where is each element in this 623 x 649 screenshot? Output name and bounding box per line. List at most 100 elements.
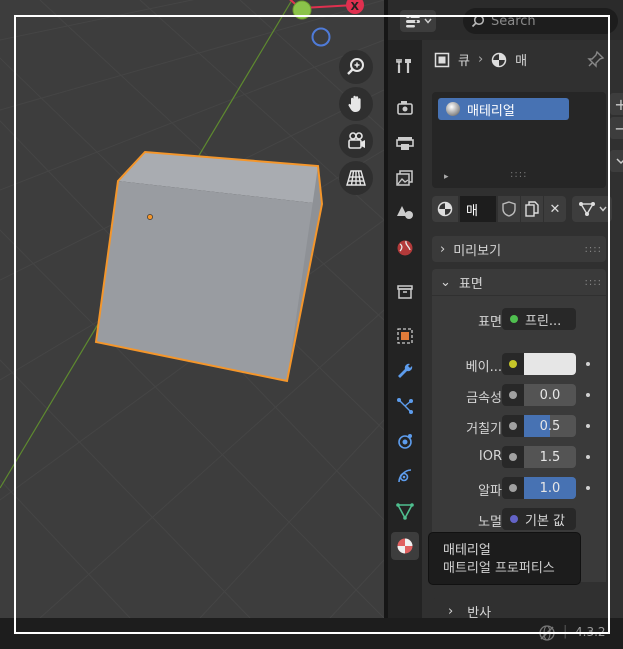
panel-preview-header[interactable]: › 미리보기 ::::: [432, 236, 606, 262]
alpha-socket-button[interactable]: [502, 477, 524, 499]
tab-collection[interactable]: [391, 278, 419, 306]
panel-drag-grip[interactable]: ::::: [585, 277, 602, 288]
properties-header: Search: [388, 0, 623, 40]
properties-editor-icon: [405, 15, 420, 28]
roughness-row: 거칠기 0.5: [432, 415, 606, 439]
tab-render[interactable]: [391, 94, 419, 122]
material-slot-label: 매테리얼: [467, 103, 515, 119]
metallic-label: 금속성: [466, 391, 502, 406]
hand-pan-icon: [348, 95, 361, 112]
shader-socket-dot: [510, 315, 518, 323]
tab-constraints[interactable]: [391, 462, 419, 490]
perspective-grid-icon: [346, 170, 366, 186]
tab-output[interactable]: [391, 129, 419, 157]
keyframe-dot[interactable]: [586, 393, 590, 397]
render-camera-icon: [397, 101, 413, 115]
wrench-icon: [398, 363, 413, 378]
base-color-socket-button[interactable]: [502, 353, 524, 375]
color-socket-dot: [509, 360, 517, 368]
tab-world[interactable]: [391, 234, 419, 262]
base-color-swatch[interactable]: [524, 353, 576, 375]
scene-icon: [397, 206, 413, 219]
material-slot-item[interactable]: 매테리얼: [438, 98, 569, 120]
metallic-socket-button[interactable]: [502, 384, 524, 406]
roughness-label: 거칠기: [466, 422, 502, 437]
metallic-value: 0.0: [539, 387, 561, 403]
alpha-value: 1.0: [539, 480, 561, 496]
normal-input-selector[interactable]: 기본 값: [502, 508, 576, 530]
breadcrumb-object: 큐: [458, 54, 470, 69]
viewport-grid: X: [0, 0, 384, 618]
shield-icon: [502, 201, 516, 217]
normal-value: 기본 값: [525, 513, 566, 529]
tab-material[interactable]: [391, 532, 419, 560]
keyframe-dot[interactable]: [586, 362, 590, 366]
search-placeholder: Search: [491, 13, 536, 29]
keyframe-dot[interactable]: [586, 424, 590, 428]
roughness-socket-button[interactable]: [502, 415, 524, 437]
surface-shader-selector[interactable]: 프린...: [502, 308, 576, 330]
camera-icon: [348, 132, 365, 149]
object-square-icon: [434, 52, 450, 67]
metallic-row: 금속성 0.0: [432, 384, 606, 408]
zoom-button[interactable]: [339, 50, 373, 84]
normal-row: 노멀 기본 값: [432, 508, 606, 532]
list-resize-grip[interactable]: ::::: [510, 169, 527, 180]
tab-tooltip: 매테리얼 매트리얼 프로퍼티스: [428, 532, 581, 585]
fake-user-button[interactable]: [498, 196, 520, 222]
node-link-dropdown[interactable]: [572, 196, 612, 222]
physics-orbit-icon: [398, 434, 412, 449]
node-tree-icon: [578, 202, 595, 216]
tab-object[interactable]: [391, 322, 419, 350]
tab-physics[interactable]: [391, 427, 419, 455]
camera-view-button[interactable]: [339, 124, 373, 158]
tab-data[interactable]: [391, 497, 419, 525]
panel-drag-grip[interactable]: ::::: [585, 244, 602, 255]
status-bar: | 4.3.2: [0, 618, 623, 649]
breadcrumb-material: 매: [515, 54, 528, 69]
3d-viewport[interactable]: X: [0, 0, 384, 618]
tab-view-layer[interactable]: [391, 164, 419, 192]
remove-material-slot-button[interactable]: −: [610, 117, 623, 139]
roughness-slider[interactable]: 0.5: [524, 415, 576, 437]
tab-modifiers[interactable]: [391, 357, 419, 385]
editor-type-dropdown[interactable]: [400, 10, 436, 32]
material-sphere-icon: [437, 201, 453, 217]
add-material-slot-button[interactable]: +: [610, 93, 623, 115]
browse-material-button[interactable]: [432, 196, 458, 222]
alpha-slider[interactable]: 1.0: [524, 477, 576, 499]
ior-label: IOR: [478, 449, 502, 464]
tab-scene[interactable]: [391, 199, 419, 227]
image-layers-icon: [396, 170, 413, 186]
pan-button[interactable]: [339, 87, 373, 121]
ior-field[interactable]: 1.5: [524, 446, 576, 468]
unlink-material-button[interactable]: ✕: [544, 196, 566, 222]
keyframe-dot[interactable]: [586, 455, 590, 459]
metallic-slider[interactable]: 0.0: [524, 384, 576, 406]
material-name-field[interactable]: 매: [460, 196, 496, 222]
duplicate-material-button[interactable]: [521, 196, 543, 222]
panel-surface-header[interactable]: ⌄ 표면 ::::: [432, 269, 606, 295]
slot-specials-dropdown[interactable]: [610, 150, 623, 172]
cube-object[interactable]: [94, 150, 324, 383]
object-square-icon: [397, 328, 413, 344]
surface-shader-value: 프린...: [525, 313, 562, 329]
tab-tool[interactable]: [391, 52, 419, 80]
properties-tabs: [388, 40, 422, 618]
properties-editor: Search 큐 › 매 매테리얼 ▸:::: + − 매 ✕ › 미리보기 …: [388, 0, 623, 624]
tab-particles[interactable]: [391, 392, 419, 420]
ior-socket-button[interactable]: [502, 446, 524, 468]
navigation-gizmo[interactable]: X: [285, 0, 364, 47]
list-expand-arrow[interactable]: ▸: [444, 172, 449, 182]
material-sphere-icon: [397, 538, 413, 554]
gizmo-x-label: X: [351, 0, 360, 13]
keyframe-dot[interactable]: [586, 486, 590, 490]
value-socket-dot: [509, 422, 517, 430]
perspective-toggle-button[interactable]: [339, 161, 373, 195]
vector-socket-dot: [510, 515, 518, 523]
value-socket-dot: [509, 484, 517, 492]
pin-button[interactable]: [587, 50, 605, 72]
material-slot-list[interactable]: 매테리얼 ▸ ::::: [432, 92, 606, 188]
panel-preview-label: 미리보기: [453, 243, 502, 259]
search-field[interactable]: Search: [463, 8, 618, 34]
